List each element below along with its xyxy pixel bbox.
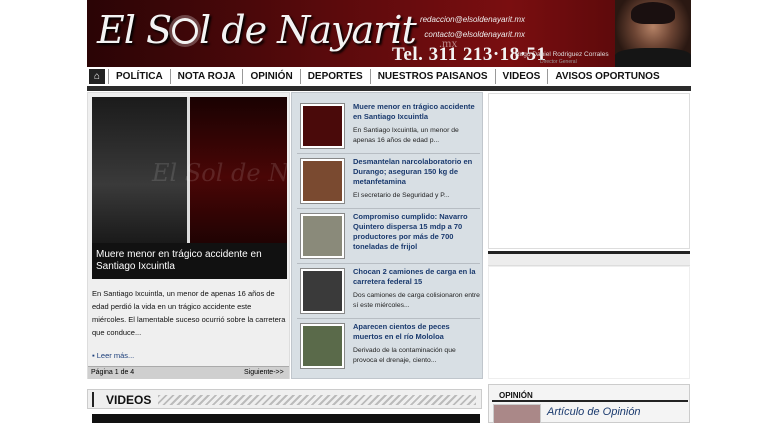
read-more-link[interactable]: ▪ Leer más...	[92, 351, 134, 360]
contact-emails: redaccion@elsoldenayarit.mx contacto@els…	[415, 12, 525, 42]
email-contacto[interactable]: contacto@elsoldenayarit.mx	[415, 27, 525, 42]
nav-avisos-oportunos[interactable]: AVISOS OPORTUNOS	[547, 69, 666, 84]
nav-nuestros-paisanos[interactable]: NUESTROS PAISANOS	[369, 69, 495, 84]
nav-videos[interactable]: VIDEOS	[494, 69, 548, 84]
videos-section-header: VIDEOS	[87, 389, 482, 409]
ad-slot[interactable]	[488, 93, 690, 249]
featured-caption[interactable]: Muere menor en trágico accidente en Sant…	[92, 243, 287, 279]
news-excerpt: En Santiago Ixcuintla, un menor de apena…	[353, 127, 459, 144]
image-watermark: El Sol de Nayarit	[152, 159, 287, 187]
divider-bar	[87, 86, 691, 91]
list-item[interactable]: Desmantelan narcolaboratorio en Durango;…	[297, 155, 480, 209]
logo-text-part-2: l de Nayarit	[199, 8, 417, 52]
thumb-fill-0	[303, 106, 342, 146]
news-thumbnail[interactable]	[300, 158, 345, 204]
news-thumbnail[interactable]	[300, 323, 345, 369]
opinion-article-link[interactable]: Artículo de Opinión	[547, 406, 641, 418]
ad-slot-secondary[interactable]	[488, 266, 690, 379]
site-header: El Sl de Nayarit .mx redaccion@elsoldena…	[87, 0, 691, 67]
featured-summary: En Santiago Ixcuintla, un menor de apena…	[92, 289, 286, 337]
featured-image[interactable]: El Sol de Nayarit	[92, 97, 287, 243]
news-title[interactable]: Chocan 2 camiones de carga en la carrete…	[353, 267, 481, 287]
opinion-section: OPINIÓN Artículo de Opinión	[488, 384, 690, 423]
news-excerpt: Dos camiones de carga colisionaron entre…	[353, 292, 480, 309]
list-item[interactable]: Compromiso cumplido: Navarro Quintero di…	[297, 210, 480, 264]
section-header-bar	[488, 254, 690, 266]
nav-nota-roja[interactable]: NOTA ROJA	[169, 69, 243, 84]
thumb-fill-2	[303, 216, 342, 256]
slider-pager: Página 1 de 4 Siguiente->>	[88, 366, 289, 379]
sun-logo-icon	[172, 17, 199, 44]
opinion-thumbnail[interactable]	[493, 404, 541, 423]
list-item[interactable]: Aparecen cientos de peces muertos en el …	[297, 320, 480, 374]
news-thumbnail[interactable]	[300, 213, 345, 259]
news-list: Muere menor en trágico accidente en Sant…	[291, 92, 483, 379]
nav-politica[interactable]: POLÍTICA	[108, 69, 170, 84]
director-photo	[615, 0, 691, 67]
news-title[interactable]: Muere menor en trágico accidente en Sant…	[353, 102, 481, 122]
opinion-title[interactable]: OPINIÓN	[499, 391, 533, 400]
logo-text-part-1: El S	[97, 8, 172, 52]
news-title[interactable]: Desmantelan narcolaboratorio en Durango;…	[353, 157, 481, 187]
site-logo[interactable]: El S l de Nayarit	[97, 8, 417, 52]
news-title[interactable]: Compromiso cumplido: Navarro Quintero di…	[353, 212, 481, 252]
list-item[interactable]: Chocan 2 camiones de carga en la carrete…	[297, 265, 480, 319]
list-item[interactable]: Muere menor en trágico accidente en Sant…	[297, 100, 480, 154]
next-button[interactable]: Siguiente->>	[244, 369, 284, 376]
news-excerpt: El secretario de Seguridad y P...	[353, 192, 450, 199]
featured-slider: El Sol de Nayarit Muere menor en trágico…	[87, 92, 290, 379]
decorative-hatch	[158, 395, 476, 405]
news-title[interactable]: Aparecen cientos de peces muertos en el …	[353, 322, 481, 342]
news-thumbnail[interactable]	[300, 103, 345, 149]
thumb-fill-3	[303, 271, 342, 311]
videos-title[interactable]: VIDEOS	[106, 393, 151, 407]
director-role: Director General	[540, 59, 577, 65]
page-indicator: Página 1 de 4	[91, 369, 135, 376]
thumb-fill-4	[303, 326, 342, 366]
nav-opinion[interactable]: OPINIÓN	[242, 69, 299, 84]
nav-deportes[interactable]: DEPORTES	[299, 69, 370, 84]
news-thumbnail[interactable]	[300, 268, 345, 314]
main-nav: ⌂ POLÍTICA NOTA ROJA OPINIÓN DEPORTES NU…	[87, 67, 691, 87]
home-icon[interactable]: ⌂	[89, 69, 105, 84]
news-excerpt: Derivado de la contaminación que provoca…	[353, 347, 456, 364]
thumb-fill-1	[303, 161, 342, 201]
director-name: Hugo Daniel Rodriguez Corrales	[515, 51, 609, 58]
email-redaccion[interactable]: redaccion@elsoldenayarit.mx	[415, 12, 525, 27]
video-player[interactable]	[92, 414, 480, 423]
